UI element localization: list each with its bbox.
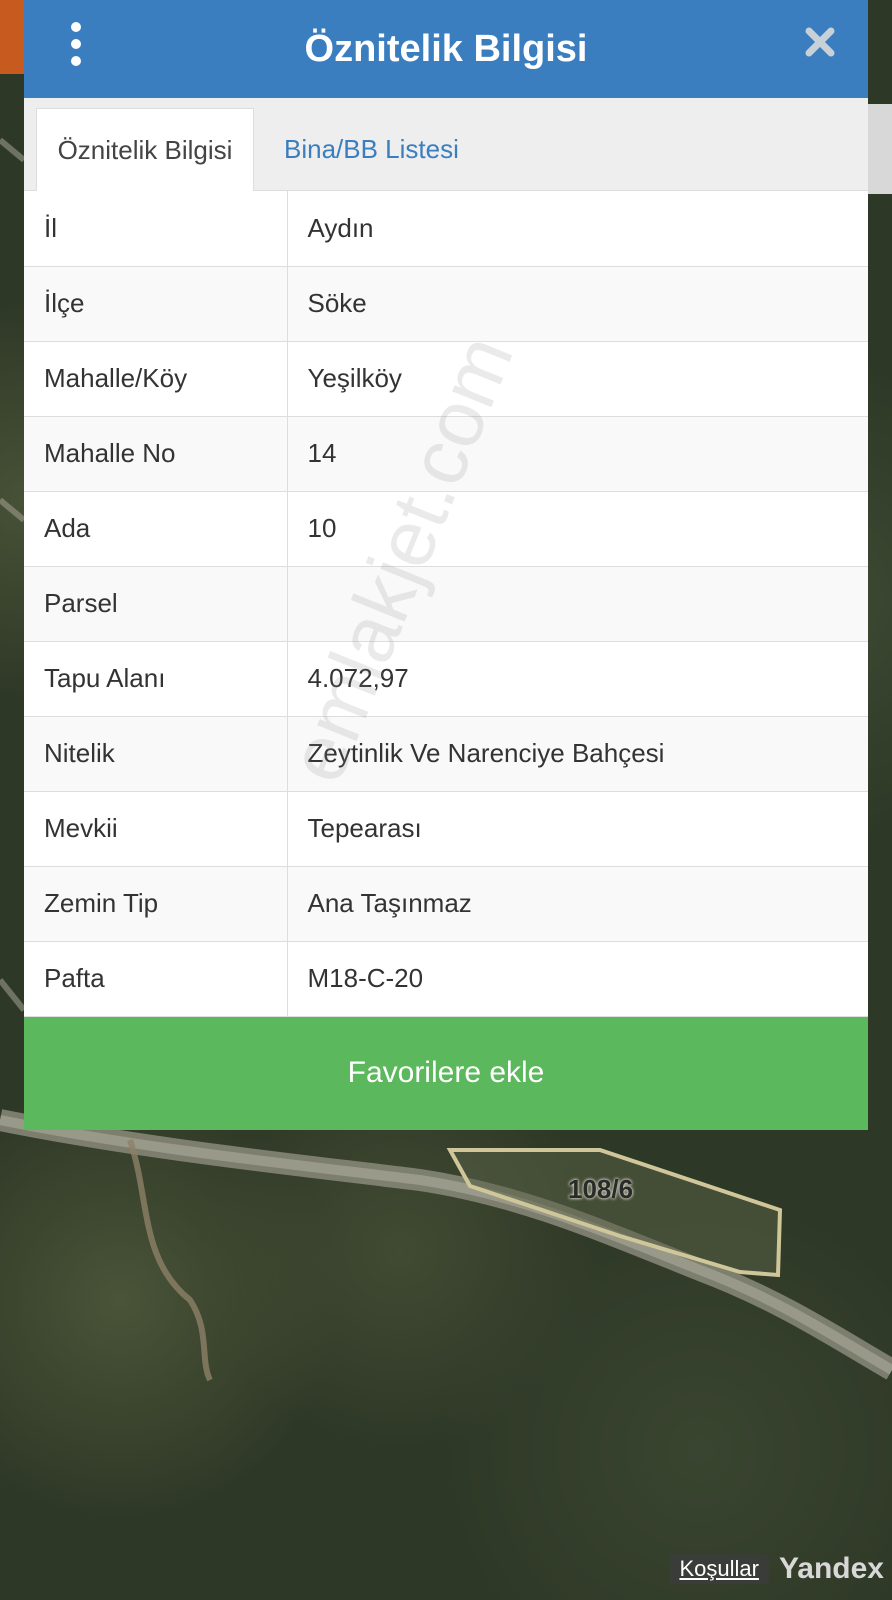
table-row: Pafta M18-C-20	[24, 941, 868, 1017]
map-side-panel-edge	[868, 104, 892, 194]
menu-dots-icon[interactable]	[64, 22, 88, 66]
attribute-table: İl Aydın İlçe Söke Mahalle/Köy Yeşilköy …	[24, 191, 868, 1017]
attr-key: Pafta	[24, 941, 288, 1017]
attr-key: Parsel	[24, 566, 288, 642]
yandex-logo: Yandex	[778, 1552, 884, 1585]
map-attribution: Koşullar Yandex	[669, 1552, 884, 1586]
attribute-info-dialog: Öznitelik Bilgisi Öznitelik Bilgisi Bina…	[24, 0, 868, 1130]
attr-key: Mahalle/Köy	[24, 341, 288, 417]
tab-bar: Öznitelik Bilgisi Bina/BB Listesi	[24, 98, 868, 191]
attr-key: Tapu Alanı	[24, 641, 288, 717]
table-row: Ada 10	[24, 491, 868, 567]
attr-key: İl	[24, 191, 288, 267]
table-row: Mahalle No 14	[24, 416, 868, 492]
attr-value: 10	[287, 491, 868, 567]
attr-value: Söke	[287, 266, 868, 342]
tab-attribute-info[interactable]: Öznitelik Bilgisi	[36, 108, 254, 191]
attr-value	[287, 566, 868, 642]
attr-key: İlçe	[24, 266, 288, 342]
attr-value: Tepearası	[287, 791, 868, 867]
tab-building-list[interactable]: Bina/BB Listesi	[284, 108, 459, 190]
attr-key: Mahalle No	[24, 416, 288, 492]
attr-value: Zeytinlik Ve Narenciye Bahçesi	[287, 716, 868, 792]
table-row: Parsel	[24, 566, 868, 642]
terms-link[interactable]: Koşullar	[669, 1554, 769, 1584]
attr-key: Nitelik	[24, 716, 288, 792]
table-row: Tapu Alanı 4.072,97	[24, 641, 868, 717]
attr-value: Yeşilköy	[287, 341, 868, 417]
attr-value: Aydın	[287, 191, 868, 267]
table-row: Nitelik Zeytinlik Ve Narenciye Bahçesi	[24, 716, 868, 792]
table-row: Mahalle/Köy Yeşilköy	[24, 341, 868, 417]
attr-value: M18-C-20	[287, 941, 868, 1017]
attr-key: Zemin Tip	[24, 866, 288, 942]
dialog-header: Öznitelik Bilgisi	[24, 0, 868, 98]
table-row: Mevkii Tepearası	[24, 791, 868, 867]
dialog-title: Öznitelik Bilgisi	[304, 27, 588, 70]
attr-value: 4.072,97	[287, 641, 868, 717]
attr-key: Mevkii	[24, 791, 288, 867]
table-row: Zemin Tip Ana Taşınmaz	[24, 866, 868, 942]
close-icon[interactable]	[802, 24, 838, 60]
map-corner-marker	[0, 0, 24, 74]
attr-value: 14	[287, 416, 868, 492]
attr-value: Ana Taşınmaz	[287, 866, 868, 942]
parcel-label[interactable]: 108/6	[568, 1174, 633, 1205]
add-to-favorites-button[interactable]: Favorilere ekle	[24, 1016, 868, 1130]
table-row: İlçe Söke	[24, 266, 868, 342]
attr-key: Ada	[24, 491, 288, 567]
table-row: İl Aydın	[24, 191, 868, 267]
